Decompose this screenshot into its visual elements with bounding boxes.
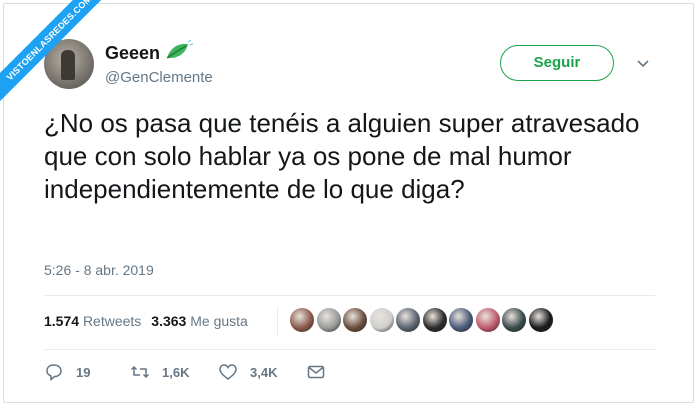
like-count: 3,4K xyxy=(250,364,278,380)
liker-avatar[interactable] xyxy=(395,307,421,333)
liker-avatar[interactable] xyxy=(527,307,554,333)
retweet-action[interactable]: 1,6K xyxy=(130,362,189,382)
author-handle[interactable]: @GenClemente xyxy=(105,69,213,86)
author-name[interactable]: Geeen xyxy=(105,43,160,64)
likes-count: 3.363 xyxy=(151,313,187,329)
divider xyxy=(44,295,655,296)
divider xyxy=(277,306,278,336)
message-action[interactable] xyxy=(306,362,326,382)
watermark: VISTOENLASREDES.COM xyxy=(0,0,110,110)
reply-count: 19 xyxy=(76,364,91,380)
reply-action[interactable]: 19 xyxy=(44,362,90,382)
liker-avatar[interactable] xyxy=(448,307,474,333)
divider xyxy=(44,349,655,350)
liker-avatar[interactable] xyxy=(474,307,501,333)
liker-avatar[interactable] xyxy=(289,307,315,333)
engagement-stats: 1.574 Retweets 3.363 Me gusta xyxy=(44,313,248,329)
envelope-icon xyxy=(307,365,325,379)
chevron-down-icon[interactable] xyxy=(636,59,650,69)
likes-label: Me gusta xyxy=(190,313,248,329)
like-action[interactable]: 3,4K xyxy=(218,362,277,382)
heart-icon xyxy=(219,364,237,380)
liker-avatar[interactable] xyxy=(342,307,368,333)
tweet-timestamp[interactable]: 5:26 - 8 abr. 2019 xyxy=(44,262,154,278)
liker-avatar[interactable] xyxy=(421,307,448,333)
liker-avatar[interactable] xyxy=(501,307,527,333)
retweet-count: 1,6K xyxy=(162,364,190,380)
leaf-emoji-icon xyxy=(166,40,194,59)
liker-avatar[interactable] xyxy=(368,307,395,333)
likes-stat[interactable]: 3.363 Me gusta xyxy=(151,313,248,329)
follow-button[interactable]: Seguir xyxy=(500,45,614,81)
retweets-label: Retweets xyxy=(82,313,142,329)
tweet-text: ¿No os pasa que tenéis a alguien super a… xyxy=(44,108,640,204)
retweet-icon xyxy=(130,365,150,379)
retweets-stat[interactable]: 1.574 Retweets xyxy=(44,313,141,329)
retweets-count: 1.574 xyxy=(44,313,80,329)
reply-icon xyxy=(46,364,62,382)
liker-avatar[interactable] xyxy=(315,307,342,333)
watermark-text: VISTOENLASREDES.COM xyxy=(0,0,110,110)
